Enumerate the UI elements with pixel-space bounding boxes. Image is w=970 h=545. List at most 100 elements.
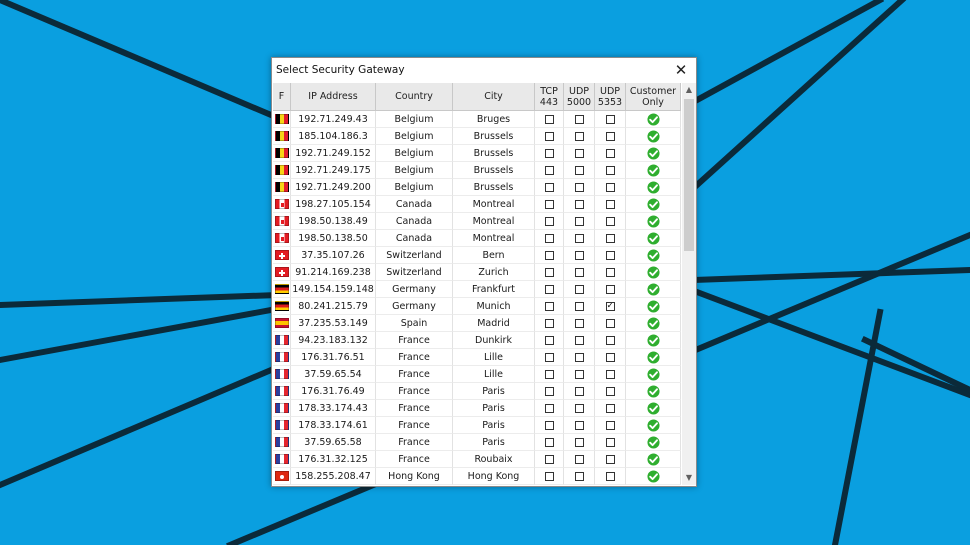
tcp-443-checkbox[interactable] bbox=[544, 318, 554, 328]
udp-5353-checkbox[interactable] bbox=[605, 369, 615, 379]
tcp-443-checkbox[interactable] bbox=[544, 420, 554, 430]
header-customer-only[interactable]: Customer Only bbox=[626, 83, 681, 111]
table-row[interactable]: 94.23.183.132 France Dunkirk bbox=[273, 332, 681, 349]
udp-5000-checkbox[interactable] bbox=[574, 335, 584, 345]
table-row[interactable]: 176.31.32.125 France Roubaix bbox=[273, 451, 681, 468]
udp-5000-checkbox[interactable] bbox=[574, 301, 584, 311]
udp-5000-checkbox[interactable] bbox=[574, 437, 584, 447]
udp-5000-checkbox[interactable] bbox=[574, 369, 584, 379]
tcp-443-checkbox[interactable] bbox=[544, 471, 554, 481]
udp-5000-checkbox[interactable] bbox=[574, 318, 584, 328]
tcp-443-checkbox[interactable] bbox=[544, 352, 554, 362]
header-country[interactable]: Country bbox=[376, 83, 453, 111]
udp-5000-checkbox[interactable] bbox=[574, 216, 584, 226]
header-tcp-443[interactable]: TCP 443 bbox=[535, 83, 564, 111]
udp-5000-checkbox[interactable] bbox=[574, 114, 584, 124]
udp-5353-checkbox[interactable] bbox=[605, 403, 615, 413]
tcp-443-checkbox[interactable] bbox=[544, 284, 554, 294]
table-row[interactable]: 91.214.169.238 Switzerland Zurich bbox=[273, 264, 681, 281]
udp-5353-checkbox[interactable] bbox=[605, 165, 615, 175]
udp-5353-checkbox[interactable] bbox=[605, 148, 615, 158]
tcp-443-checkbox[interactable] bbox=[544, 267, 554, 277]
udp-5353-checkbox[interactable] bbox=[605, 454, 615, 464]
tcp-443-checkbox[interactable] bbox=[544, 165, 554, 175]
tcp-443-checkbox[interactable] bbox=[544, 437, 554, 447]
table-row[interactable]: 37.235.53.149 Spain Madrid bbox=[273, 315, 681, 332]
udp-5353-checkbox[interactable]: ✓ bbox=[605, 301, 615, 311]
table-row[interactable]: 178.33.174.61 France Paris bbox=[273, 417, 681, 434]
tcp-443-checkbox[interactable] bbox=[544, 369, 554, 379]
table-row[interactable]: 192.71.249.152 Belgium Brussels bbox=[273, 145, 681, 162]
udp-5000-checkbox[interactable] bbox=[574, 165, 584, 175]
scrollbar-thumb[interactable] bbox=[684, 99, 694, 251]
table-row[interactable]: 178.33.174.43 France Paris bbox=[273, 400, 681, 417]
table-row[interactable]: 192.71.249.43 Belgium Bruges bbox=[273, 111, 681, 128]
udp-5000-checkbox[interactable] bbox=[574, 386, 584, 396]
table-row[interactable]: 192.71.249.200 Belgium Brussels bbox=[273, 179, 681, 196]
table-row[interactable]: 198.27.105.154 Canada Montreal bbox=[273, 196, 681, 213]
header-udp-5353[interactable]: UDP 5353 bbox=[595, 83, 626, 111]
table-row[interactable]: 80.241.215.79 Germany Munich ✓ bbox=[273, 298, 681, 315]
table-row[interactable]: 158.255.208.47 Hong Kong Hong Kong bbox=[273, 468, 681, 485]
udp-5000-checkbox[interactable] bbox=[574, 284, 584, 294]
table-row[interactable]: 176.31.76.49 France Paris bbox=[273, 383, 681, 400]
udp-5000-checkbox[interactable] bbox=[574, 199, 584, 209]
udp-5353-checkbox[interactable] bbox=[605, 182, 615, 192]
header-udp-5000[interactable]: UDP 5000 bbox=[564, 83, 595, 111]
tcp-443-checkbox[interactable] bbox=[544, 114, 554, 124]
udp-5000-checkbox[interactable] bbox=[574, 182, 584, 192]
udp-5353-checkbox[interactable] bbox=[605, 318, 615, 328]
udp-5353-checkbox[interactable] bbox=[605, 335, 615, 345]
tcp-443-checkbox[interactable] bbox=[544, 454, 554, 464]
tcp-443-checkbox[interactable] bbox=[544, 182, 554, 192]
udp-5000-checkbox[interactable] bbox=[574, 148, 584, 158]
tcp-443-checkbox[interactable] bbox=[544, 216, 554, 226]
udp-5000-checkbox[interactable] bbox=[574, 403, 584, 413]
udp-5353-checkbox[interactable] bbox=[605, 437, 615, 447]
udp-5000-checkbox[interactable] bbox=[574, 267, 584, 277]
tcp-443-checkbox[interactable] bbox=[544, 335, 554, 345]
udp-5353-checkbox[interactable] bbox=[605, 386, 615, 396]
table-row[interactable]: 198.50.138.49 Canada Montreal bbox=[273, 213, 681, 230]
tcp-443-checkbox[interactable] bbox=[544, 131, 554, 141]
table-row[interactable]: 176.31.76.51 France Lille bbox=[273, 349, 681, 366]
tcp-443-checkbox[interactable] bbox=[544, 148, 554, 158]
udp-5353-checkbox[interactable] bbox=[605, 250, 615, 260]
close-button[interactable]: ✕ bbox=[666, 58, 696, 82]
udp-5000-checkbox[interactable] bbox=[574, 454, 584, 464]
udp-5353-checkbox[interactable] bbox=[605, 114, 615, 124]
table-row[interactable]: 37.59.65.54 France Lille bbox=[273, 366, 681, 383]
tcp-443-checkbox[interactable] bbox=[544, 199, 554, 209]
udp-5000-checkbox[interactable] bbox=[574, 352, 584, 362]
udp-5353-checkbox[interactable] bbox=[605, 352, 615, 362]
udp-5000-checkbox[interactable] bbox=[574, 233, 584, 243]
udp-5353-checkbox[interactable] bbox=[605, 216, 615, 226]
udp-5000-checkbox[interactable] bbox=[574, 131, 584, 141]
udp-5353-checkbox[interactable] bbox=[605, 267, 615, 277]
table-row[interactable]: 149.154.159.148 Germany Frankfurt bbox=[273, 281, 681, 298]
table-row[interactable]: 198.50.138.50 Canada Montreal bbox=[273, 230, 681, 247]
table-row[interactable]: 192.71.249.175 Belgium Brussels bbox=[273, 162, 681, 179]
udp-5353-checkbox[interactable] bbox=[605, 471, 615, 481]
udp-5000-checkbox[interactable] bbox=[574, 420, 584, 430]
udp-5353-checkbox[interactable] bbox=[605, 233, 615, 243]
table-row[interactable]: 185.104.186.3 Belgium Brussels bbox=[273, 128, 681, 145]
udp-5353-checkbox[interactable] bbox=[605, 199, 615, 209]
tcp-443-checkbox[interactable] bbox=[544, 250, 554, 260]
scroll-up-arrow-icon[interactable]: ▲ bbox=[682, 83, 696, 97]
udp-5353-checkbox[interactable] bbox=[605, 131, 615, 141]
vertical-scrollbar[interactable]: ▲ ▼ bbox=[682, 83, 696, 485]
udp-5000-checkbox[interactable] bbox=[574, 250, 584, 260]
table-row[interactable]: 37.59.65.58 France Paris bbox=[273, 434, 681, 451]
table-row[interactable]: 37.35.107.26 Switzerland Bern bbox=[273, 247, 681, 264]
header-ip-address[interactable]: IP Address bbox=[291, 83, 376, 111]
udp-5000-checkbox[interactable] bbox=[574, 471, 584, 481]
tcp-443-checkbox[interactable] bbox=[544, 301, 554, 311]
scroll-down-arrow-icon[interactable]: ▼ bbox=[682, 471, 696, 485]
tcp-443-checkbox[interactable] bbox=[544, 233, 554, 243]
header-city[interactable]: City bbox=[453, 83, 535, 111]
tcp-443-checkbox[interactable] bbox=[544, 403, 554, 413]
header-flag[interactable]: F bbox=[273, 83, 291, 111]
udp-5353-checkbox[interactable] bbox=[605, 284, 615, 294]
tcp-443-checkbox[interactable] bbox=[544, 386, 554, 396]
